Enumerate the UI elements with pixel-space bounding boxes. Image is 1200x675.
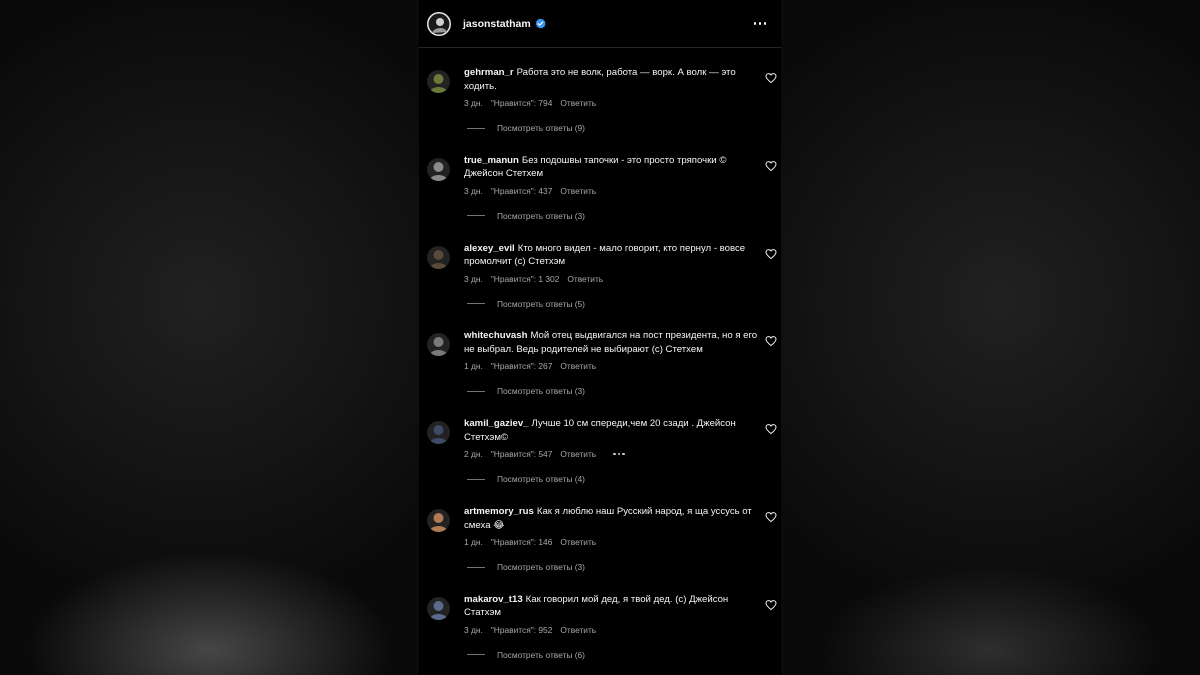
reply-button[interactable]: Ответить [560, 98, 596, 108]
comment-likes[interactable]: "Нравится": 1 302 [491, 274, 560, 284]
comment-time: 2 дн. [464, 449, 483, 460]
comment-meta: 3 дн. "Нравится": 437 Ответить [464, 186, 596, 196]
replies-divider [467, 566, 485, 568]
comment-meta: 1 дн. "Нравится": 146 Ответить [464, 537, 596, 547]
replies-divider [467, 654, 485, 656]
view-replies-button[interactable]: Посмотреть ответы (5) [467, 299, 585, 309]
view-replies-label: Посмотреть ответы (3) [497, 210, 585, 221]
comment-author[interactable]: gehrman_r [464, 67, 514, 78]
heart-icon[interactable] [765, 334, 777, 347]
comment-time: 3 дн. [464, 185, 483, 196]
comments-panel: jasonstatham gehrman_r Работа это не волк… [419, 0, 781, 675]
comment-author[interactable]: kamil_gaziev_ [464, 418, 529, 429]
comment-text: artmemory_rus Как я люблю наш Русский нар… [464, 505, 760, 532]
comment-likes[interactable]: "Нравится": 267 [491, 361, 553, 371]
comment-item: alexey_evil Кто много видел - мало говори… [419, 239, 781, 327]
comment-meta: 3 дн. "Нравится": 794 Ответить [464, 98, 596, 108]
view-replies-button[interactable]: Посмотреть ответы (9) [467, 123, 585, 133]
heart-icon[interactable] [765, 598, 777, 610]
reply-button[interactable]: Ответить [560, 361, 596, 371]
comment-author[interactable]: artmemory_rus [464, 506, 534, 517]
heart-icon[interactable] [765, 510, 777, 523]
comment-meta: 3 дн. "Нравится": 1 302 Ответить [464, 274, 603, 284]
comment-likes[interactable]: "Нравится": 146 [491, 537, 553, 547]
post-header: jasonstatham [419, 0, 781, 48]
view-replies-label: Посмотреть ответы (3) [497, 386, 585, 397]
commenter-avatar[interactable] [427, 421, 450, 445]
commenter-avatar[interactable] [427, 70, 450, 93]
view-replies-label: Посмотреть ответы (9) [497, 123, 585, 133]
reply-button[interactable]: Ответить [567, 274, 603, 284]
heart-icon[interactable] [765, 422, 777, 435]
reply-button[interactable]: Ответить [560, 186, 596, 196]
comment-time: 3 дн. [464, 624, 483, 635]
comment-author[interactable]: true_manun [464, 155, 519, 166]
replies-divider [467, 478, 485, 480]
comment-likes[interactable]: "Нравится": 437 [491, 186, 553, 196]
comment-item: kamil_gaziev_ Лучше 10 см спереди,чем 20 … [419, 414, 781, 502]
comment-meta: 1 дн. "Нравится": 267 Ответить [464, 361, 596, 371]
comment-item: whitechuvash Мой отец выдвигался на пост … [419, 326, 781, 414]
view-replies-label: Посмотреть ответы (6) [497, 649, 585, 660]
profile-avatar[interactable] [427, 11, 451, 36]
reply-button[interactable]: Ответить [560, 625, 596, 635]
replies-divider [467, 127, 485, 129]
comment-item: artmemory_rus Как я люблю наш Русский нар… [419, 502, 781, 590]
commenter-avatar[interactable] [427, 245, 450, 269]
comment-author[interactable]: whitechuvash [464, 330, 527, 341]
comment-likes[interactable]: "Нравится": 794 [491, 98, 553, 108]
commenter-avatar[interactable] [427, 333, 450, 357]
comment-options-icon[interactable] [612, 453, 626, 456]
comment-time: 1 дн. [464, 537, 483, 547]
verified-badge-icon [535, 18, 546, 29]
comment-text: whitechuvash Мой отец выдвигался на пост … [464, 329, 760, 356]
comment-author[interactable]: makarov_t13 [464, 594, 523, 605]
commenter-avatar[interactable] [427, 157, 450, 181]
comment-meta: 3 дн. "Нравится": 952 Ответить [464, 625, 596, 635]
comment-likes[interactable]: "Нравится": 547 [491, 449, 553, 459]
comment-meta: 2 дн. "Нравится": 547 Ответить [464, 449, 626, 459]
comment-text: gehrman_r Работа это не волк, работа — во… [464, 66, 760, 93]
comment-time: 3 дн. [464, 98, 483, 108]
reply-button[interactable]: Ответить [560, 537, 596, 547]
view-replies-button[interactable]: Посмотреть ответы (4) [467, 474, 585, 484]
view-replies-button[interactable]: Посмотреть ответы (3) [467, 386, 585, 396]
reply-button[interactable]: Ответить [560, 449, 596, 459]
comment-item: true_manun Без подошвы тапочки - это прос… [419, 151, 781, 239]
comment-likes[interactable]: "Нравится": 952 [491, 625, 553, 635]
comment-time: 3 дн. [464, 273, 483, 284]
view-replies-label: Посмотреть ответы (5) [497, 298, 585, 309]
comment-text: alexey_evil Кто много видел - мало говори… [464, 242, 760, 269]
comment-author[interactable]: alexey_evil [464, 243, 515, 254]
comment-item: gehrman_r Работа это не волк, работа — во… [419, 63, 781, 151]
view-replies-button[interactable]: Посмотреть ответы (3) [467, 211, 585, 221]
view-replies-button[interactable]: Посмотреть ответы (6) [467, 650, 585, 660]
commenter-avatar[interactable] [427, 509, 450, 532]
replies-divider [467, 390, 485, 392]
view-replies-button[interactable]: Посмотреть ответы (3) [467, 562, 585, 572]
comment-item: makarov_t13 Как говорил мой дед, я твой д… [419, 590, 781, 675]
more-options-icon[interactable] [749, 16, 771, 32]
comment-text: kamil_gaziev_ Лучше 10 см спереди,чем 20 … [464, 417, 760, 444]
heart-icon[interactable] [765, 247, 777, 259]
replies-divider [467, 215, 485, 217]
commenter-avatar[interactable] [427, 596, 450, 620]
comment-time: 1 дн. [464, 361, 483, 372]
comment-text: makarov_t13 Как говорил мой дед, я твой д… [464, 593, 760, 620]
profile-username[interactable]: jasonstatham [463, 18, 531, 30]
heart-icon[interactable] [765, 159, 777, 171]
view-replies-label: Посмотреть ответы (4) [497, 474, 585, 485]
comment-text: true_manun Без подошвы тапочки - это прос… [464, 154, 760, 181]
heart-icon[interactable] [765, 71, 777, 84]
replies-divider [467, 303, 485, 305]
view-replies-label: Посмотреть ответы (3) [497, 562, 585, 572]
